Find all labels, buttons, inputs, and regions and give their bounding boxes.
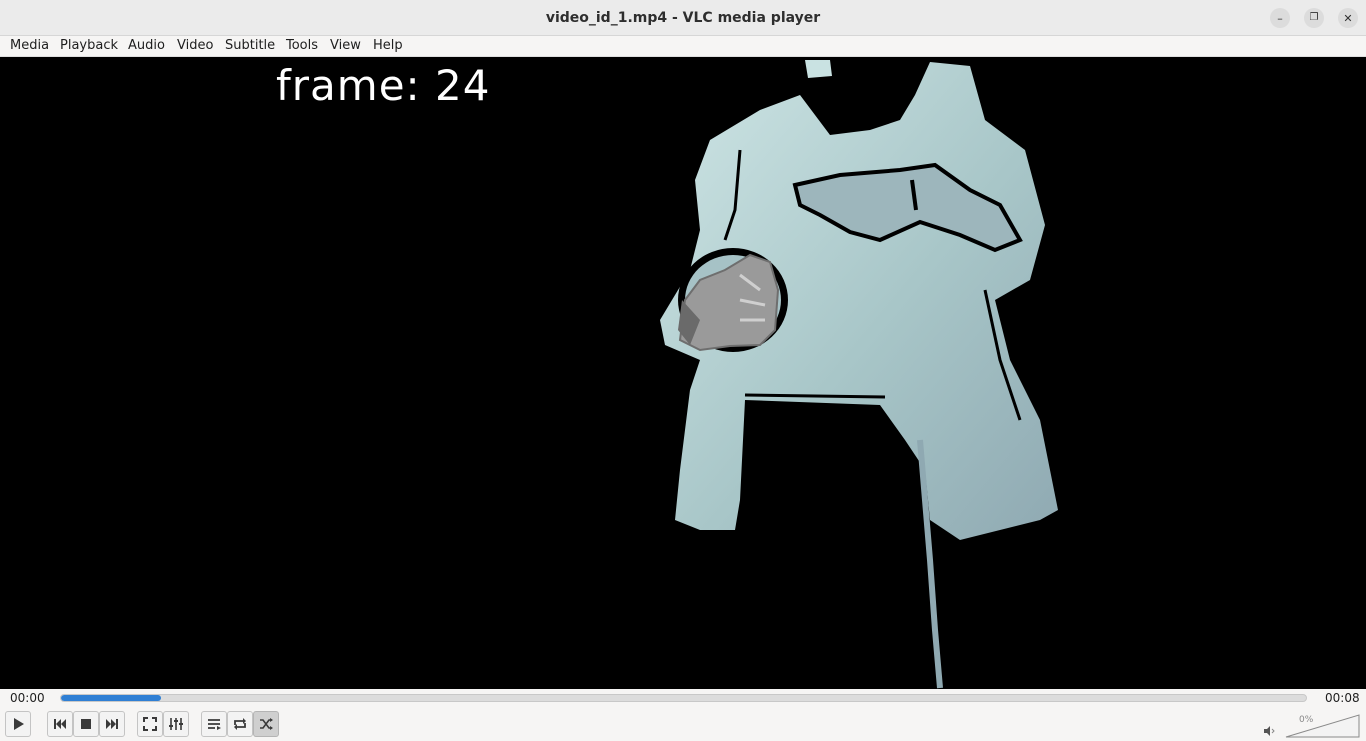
next-button[interactable]: [99, 711, 125, 737]
play-button[interactable]: [5, 711, 31, 737]
minimize-button[interactable]: –: [1270, 8, 1290, 28]
restore-icon: ❐: [1309, 12, 1319, 23]
extended-settings-icon: [169, 718, 183, 730]
menu-playback[interactable]: Playback: [60, 38, 118, 53]
playback-controls: 0%: [0, 708, 1366, 741]
elapsed-time: 00:00: [10, 691, 45, 705]
playlist-icon: [208, 719, 221, 730]
restore-button[interactable]: ❐: [1304, 8, 1324, 28]
previous-icon: [54, 719, 66, 729]
close-button[interactable]: ✕: [1338, 8, 1358, 28]
speaker-muted-icon[interactable]: [1263, 725, 1275, 737]
menu-audio[interactable]: Audio: [128, 38, 165, 53]
volume-slider[interactable]: [1285, 713, 1360, 738]
menu-view[interactable]: View: [330, 38, 361, 53]
menu-help[interactable]: Help: [373, 38, 403, 53]
frame-overlay-text: frame: 24: [276, 61, 491, 110]
minimize-icon: –: [1277, 11, 1283, 25]
shuffle-icon: [260, 718, 273, 730]
depth-frame-image: [660, 60, 1058, 689]
menu-bar: Media Playback Audio Video Subtitle Tool…: [0, 36, 1366, 57]
loop-icon: [234, 718, 246, 730]
stop-button[interactable]: [73, 711, 99, 737]
extended-settings-button[interactable]: [163, 711, 189, 737]
video-area[interactable]: frame: 24: [0, 57, 1366, 689]
title-bar: video_id_1.mp4 - VLC media player – ❐ ✕: [0, 0, 1366, 36]
close-icon: ✕: [1343, 11, 1353, 25]
volume-level: 0%: [1299, 715, 1314, 725]
seek-progress-fill: [61, 695, 161, 701]
menu-tools[interactable]: Tools: [286, 38, 318, 53]
previous-button[interactable]: [47, 711, 73, 737]
menu-media[interactable]: Media: [10, 38, 49, 53]
loop-button[interactable]: [227, 711, 253, 737]
fullscreen-icon: [143, 717, 157, 731]
play-icon: [14, 718, 24, 730]
seek-slider[interactable]: [60, 694, 1307, 702]
menu-subtitle[interactable]: Subtitle: [225, 38, 275, 53]
menu-video[interactable]: Video: [177, 38, 213, 53]
stop-icon: [81, 719, 91, 729]
fullscreen-button[interactable]: [137, 711, 163, 737]
total-time: 00:08: [1325, 691, 1360, 705]
playlist-button[interactable]: [201, 711, 227, 737]
window-title: video_id_1.mp4 - VLC media player: [545, 10, 821, 26]
seek-row: 00:00 00:08: [0, 689, 1366, 707]
shuffle-button[interactable]: [253, 711, 279, 737]
next-icon: [106, 719, 118, 729]
